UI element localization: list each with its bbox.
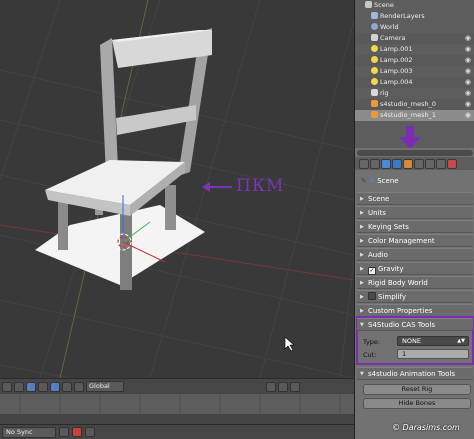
world-icon bbox=[371, 23, 378, 30]
mesh-icon bbox=[371, 100, 378, 107]
panel-rigid-body-world[interactable]: Rigid Body World bbox=[357, 276, 473, 289]
type-label: Type: bbox=[363, 338, 381, 346]
mouse-pointer-icon bbox=[284, 336, 295, 352]
panel-keying-sets[interactable]: Keying Sets bbox=[357, 220, 473, 233]
dropdown-arrow-icon: ▲▼ bbox=[457, 338, 465, 344]
panel-units[interactable]: Units bbox=[357, 206, 473, 219]
keying-set-icon[interactable] bbox=[85, 427, 95, 437]
outliner-item-s4studio-mesh-0[interactable]: s4studio_mesh_0 ◉ bbox=[355, 99, 474, 110]
camera-icon bbox=[371, 34, 378, 41]
panel-gravity[interactable]: ✓Gravity bbox=[357, 262, 473, 275]
type-dropdown[interactable]: NONE ▲▼ bbox=[397, 336, 469, 346]
gravity-checkbox[interactable]: ✓ bbox=[368, 267, 376, 275]
outliner-item-renderlayers[interactable]: RenderLayers bbox=[355, 11, 474, 22]
reset-rig-button[interactable]: Reset Rig bbox=[363, 384, 471, 395]
blender-window: ПКМ Global No Sync Scene RenderLayers Wo… bbox=[0, 0, 474, 439]
outliner-item-lamp-002[interactable]: Lamp.002 ◉ bbox=[355, 55, 474, 66]
outliner-item-lamp-004[interactable]: Lamp.004 ◉ bbox=[355, 77, 474, 88]
panel-audio[interactable]: Audio bbox=[357, 248, 473, 261]
outliner-item-scene[interactable]: Scene bbox=[355, 0, 474, 11]
chair-back-post bbox=[100, 38, 118, 175]
world-tab-icon[interactable] bbox=[392, 158, 402, 169]
timeline[interactable] bbox=[0, 394, 354, 424]
chair-mid-rail bbox=[116, 105, 196, 135]
outliner-item-lamp-003[interactable]: Lamp.003 ◉ bbox=[355, 66, 474, 77]
3d-viewport[interactable]: ПКМ bbox=[0, 0, 354, 378]
lamp-icon bbox=[371, 67, 378, 74]
orientation-select[interactable]: Global bbox=[86, 381, 124, 392]
face-select-icon[interactable] bbox=[38, 381, 48, 392]
lamp-icon bbox=[371, 56, 378, 63]
properties-tabs bbox=[355, 157, 474, 170]
scene-tab-icon[interactable] bbox=[381, 158, 391, 169]
annotation-down-arrow bbox=[399, 126, 421, 148]
timeline-header: No Sync bbox=[0, 424, 354, 439]
render-tab-icon[interactable] bbox=[359, 158, 369, 169]
properties-context: ✎ ✦ Scene bbox=[355, 172, 474, 190]
hide-bones-button[interactable]: Hide Bones bbox=[363, 398, 471, 409]
visibility-eye-icon[interactable]: ◉ bbox=[465, 33, 471, 44]
layer-button[interactable] bbox=[266, 381, 276, 392]
annotation-arrow-head bbox=[202, 182, 210, 192]
scale-icon[interactable] bbox=[74, 381, 84, 392]
viewport-canvas bbox=[0, 0, 354, 378]
edge-select-icon[interactable] bbox=[26, 381, 36, 392]
outliner-item-lamp-001[interactable]: Lamp.001 ◉ bbox=[355, 44, 474, 55]
visibility-eye-icon[interactable]: ◉ bbox=[465, 44, 471, 55]
scene-icon: ✦ bbox=[369, 177, 375, 185]
view-menu-icon[interactable] bbox=[2, 381, 12, 392]
chair-leg bbox=[120, 210, 132, 290]
panel-simplify[interactable]: Simplify bbox=[357, 290, 473, 303]
viewport-header: Global bbox=[0, 378, 354, 394]
panel-s4studio-cas-tools[interactable]: S4Studio CAS Tools bbox=[357, 318, 473, 331]
visibility-eye-icon[interactable]: ◉ bbox=[465, 77, 471, 88]
constraints-tab-icon[interactable] bbox=[414, 158, 424, 169]
mesh-icon bbox=[371, 111, 378, 118]
object-tab-icon[interactable] bbox=[403, 158, 413, 169]
simplify-checkbox[interactable] bbox=[368, 292, 376, 300]
translate-icon[interactable] bbox=[50, 381, 60, 392]
scene-icon bbox=[365, 1, 372, 8]
visibility-eye-icon[interactable]: ◉ bbox=[465, 55, 471, 66]
cut-field[interactable]: 1 bbox=[397, 349, 469, 359]
visibility-eye-icon[interactable]: ◉ bbox=[465, 66, 471, 77]
panel-s4studio-animation-tools[interactable]: s4studio Animation Tools bbox=[357, 367, 473, 380]
lamp-icon bbox=[371, 78, 378, 85]
annotation-label: ПКМ bbox=[236, 176, 285, 196]
data-tab-icon[interactable] bbox=[436, 158, 446, 169]
lamp-icon bbox=[371, 45, 378, 52]
vertex-select-icon[interactable] bbox=[14, 381, 24, 392]
right-panel: Scene RenderLayers World Camera ◉ Lamp.00… bbox=[354, 0, 474, 439]
visibility-eye-icon[interactable]: ◉ bbox=[465, 88, 471, 99]
visibility-eye-icon[interactable]: ◉ bbox=[465, 110, 471, 121]
sync-mode-select[interactable]: No Sync bbox=[2, 426, 56, 438]
timeline-ticks bbox=[0, 394, 354, 424]
keyframe-icon[interactable] bbox=[59, 427, 69, 437]
outliner-item-world[interactable]: World bbox=[355, 22, 474, 33]
render-icon[interactable] bbox=[290, 381, 300, 392]
outliner-item-camera[interactable]: Camera ◉ bbox=[355, 33, 474, 44]
outliner[interactable]: Scene RenderLayers World Camera ◉ Lamp.00… bbox=[355, 0, 474, 148]
visibility-eye-icon[interactable]: ◉ bbox=[465, 99, 471, 110]
armature-icon bbox=[371, 89, 378, 96]
panel-color-management[interactable]: Color Management bbox=[357, 234, 473, 247]
render-layers-icon bbox=[371, 12, 378, 19]
chair-leg bbox=[165, 185, 176, 230]
layer-button[interactable] bbox=[278, 381, 288, 392]
record-icon[interactable] bbox=[72, 427, 82, 437]
render-layers-tab-icon[interactable] bbox=[370, 158, 380, 169]
outliner-item-rig[interactable]: rig ◉ bbox=[355, 88, 474, 99]
outliner-scrollbar[interactable] bbox=[357, 150, 473, 156]
outliner-item-s4studio-mesh-1[interactable]: s4studio_mesh_1 ◉ bbox=[355, 110, 474, 121]
rotate-icon[interactable] bbox=[62, 381, 72, 392]
modifiers-tab-icon[interactable] bbox=[425, 158, 435, 169]
panel-scene[interactable]: Scene bbox=[357, 192, 473, 205]
watermark: © Darasims.com bbox=[392, 423, 460, 432]
pin-icon[interactable]: ✎ bbox=[361, 177, 367, 185]
cut-label: Cut: bbox=[363, 351, 377, 359]
material-tab-icon[interactable] bbox=[447, 158, 457, 169]
